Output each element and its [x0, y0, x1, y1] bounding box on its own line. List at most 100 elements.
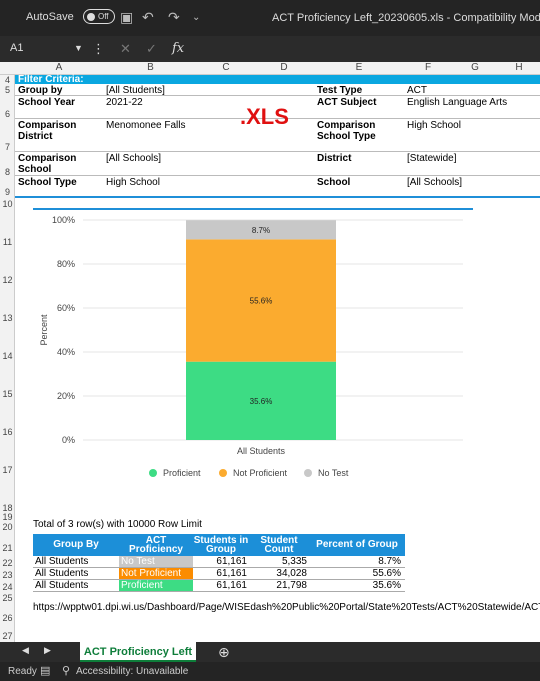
filter-row-comp-school[interactable]: Comparison School [All Schools] District… [15, 152, 540, 176]
document-title[interactable]: ACT Proficiency Left_20230605.xls - Comp… [272, 11, 540, 24]
table-row[interactable]: All Students Proficient 61,161 21,798 35.6% [33, 580, 405, 592]
col-b[interactable]: B [103, 62, 198, 73]
autosave-label: AutoSave [26, 11, 74, 23]
cell-group[interactable]: All Students [33, 568, 119, 580]
cell-pct[interactable]: 55.6% [309, 568, 403, 580]
autosave-toggle[interactable]: Off [83, 9, 115, 24]
xls-watermark: .XLS [240, 104, 289, 129]
row-10[interactable]: 10 [0, 199, 15, 209]
row-20[interactable]: 20 [0, 522, 15, 532]
table-row[interactable]: All Students Not Proficient 61,161 34,028 55… [33, 568, 405, 580]
school-type-value: High School [106, 177, 160, 188]
cell-group[interactable]: All Students [33, 580, 119, 592]
worksheet[interactable]: A B C D E F G H 4 5 6 7 8 9 10 11 12 13 … [0, 62, 540, 642]
y-tick-label: 40% [57, 347, 75, 357]
filter-row-group[interactable]: Group by [All Students] Test Type ACT [15, 84, 540, 96]
enter-icon[interactable]: ✓ [146, 41, 157, 57]
legend-label: Not Proficient [233, 468, 288, 478]
table-row[interactable]: All Students No Test 61,161 5,335 8.7% [33, 556, 405, 568]
row-21[interactable]: 21 [0, 543, 15, 553]
row-25[interactable]: 25 [0, 593, 15, 603]
comp-district-label: Comparison District [18, 120, 77, 142]
row-8[interactable]: 8 [0, 167, 15, 177]
cell-prof[interactable]: Proficient [119, 580, 193, 591]
accessibility-status[interactable]: Accessibility: Unavailable [76, 662, 188, 681]
district-value: [Statewide] [407, 153, 457, 164]
row-26[interactable]: 26 [0, 613, 15, 623]
cell-pct[interactable]: 8.7% [309, 556, 403, 568]
col-a[interactable]: A [15, 62, 103, 73]
row-14[interactable]: 14 [0, 351, 15, 361]
filter-row-school-type[interactable]: School Type High School School [All Scho… [15, 176, 540, 198]
header-act-proficiency[interactable]: ACT Proficiency [119, 534, 193, 556]
legend-label: Proficient [163, 468, 201, 478]
function-icon[interactable]: fx [172, 41, 184, 56]
col-c[interactable]: C [198, 62, 254, 73]
legend-marker [149, 469, 157, 477]
cell-pct[interactable]: 35.6% [309, 580, 403, 592]
col-g[interactable]: G [452, 62, 498, 73]
more-icon[interactable]: ⋮ [92, 41, 105, 57]
cell-prof[interactable]: No Test [119, 556, 193, 567]
row-16[interactable]: 16 [0, 427, 15, 437]
undo-icon[interactable]: ↶ [142, 9, 154, 26]
school-label: School [317, 177, 351, 188]
proficiency-chart: 0% 20% 40% 60% 80% 100% Percent 35.6% 55.6% 8.7% A… [39, 215, 463, 478]
header-group-by[interactable]: Group By [33, 534, 119, 556]
macro-icon[interactable]: ▤ [40, 662, 50, 681]
data-label: 8.7% [252, 226, 270, 235]
cell-count[interactable]: 21,798 [249, 580, 309, 592]
cell-group[interactable]: All Students [33, 556, 119, 568]
comp-school-type-value: High School [407, 120, 461, 131]
namebox-dropdown-icon[interactable]: ▼ [74, 43, 83, 53]
row-11[interactable]: 11 [0, 237, 15, 247]
row-13[interactable]: 13 [0, 313, 15, 323]
col-f[interactable]: F [404, 62, 452, 73]
sheet-tab-act-proficiency-left[interactable]: ACT Proficiency Left [80, 642, 196, 662]
redo-icon[interactable]: ↷ [168, 9, 180, 26]
cell-count[interactable]: 5,335 [249, 556, 309, 568]
chart-area[interactable]: 0% 20% 40% 60% 80% 100% Percent 35.6% 55.6% 8.7% A… [33, 208, 473, 510]
row-12[interactable]: 12 [0, 275, 15, 285]
row-count-note: Total of 3 row(s) with 10000 Row Limit [33, 519, 202, 530]
x-tick-label: All Students [237, 446, 286, 456]
add-sheet-icon[interactable]: ⊕ [218, 644, 230, 661]
comp-school-value: [All Schools] [106, 153, 162, 164]
test-type-value: ACT [407, 85, 427, 96]
row-23[interactable]: 23 [0, 570, 15, 580]
col-h[interactable]: H [498, 62, 540, 73]
row-17[interactable]: 17 [0, 465, 15, 475]
col-e[interactable]: E [314, 62, 404, 73]
cancel-icon[interactable]: ✕ [120, 41, 131, 57]
next-sheet-icon[interactable]: ▶ [44, 645, 51, 656]
prev-sheet-icon[interactable]: ◀ [22, 645, 29, 656]
cell-students[interactable]: 61,161 [193, 568, 249, 580]
row-9[interactable]: 9 [0, 187, 15, 197]
row-24[interactable]: 24 [0, 582, 15, 592]
school-year-label: School Year [18, 97, 76, 108]
row-6[interactable]: 6 [0, 109, 15, 119]
row-15[interactable]: 15 [0, 389, 15, 399]
row-5[interactable]: 5 [0, 85, 15, 95]
header-students-in-group[interactable]: Students in Group [193, 534, 249, 556]
cell-count[interactable]: 34,028 [249, 568, 309, 580]
row-4[interactable]: 4 [0, 75, 15, 85]
header-student-count[interactable]: Student Count [249, 534, 309, 556]
sheet-tab-bar: ◀ ▶ ACT Proficiency Left ⊕ [0, 642, 540, 662]
y-tick-label: 80% [57, 259, 75, 269]
cell-students[interactable]: 61,161 [193, 556, 249, 568]
filter-criteria-title[interactable]: Filter Criteria: [15, 75, 540, 85]
header-percent-of-group[interactable]: Percent of Group [309, 534, 405, 556]
accessibility-icon[interactable]: ⚲ [62, 662, 70, 681]
source-url[interactable]: https://wpptw01.dpi.wi.us/Dashboard/Page… [33, 602, 540, 613]
customize-qat-icon[interactable]: ⌄ [192, 12, 200, 23]
cell-prof[interactable]: Not Proficient [119, 568, 193, 579]
row-22[interactable]: 22 [0, 558, 15, 568]
row-7[interactable]: 7 [0, 142, 15, 152]
row-19[interactable]: 19 [0, 512, 15, 522]
row-27[interactable]: 27 [0, 631, 15, 641]
cell-students[interactable]: 61,161 [193, 580, 249, 592]
school-type-label: School Type [18, 177, 77, 188]
col-d[interactable]: D [254, 62, 314, 73]
save-icon[interactable]: ▣ [120, 9, 133, 26]
